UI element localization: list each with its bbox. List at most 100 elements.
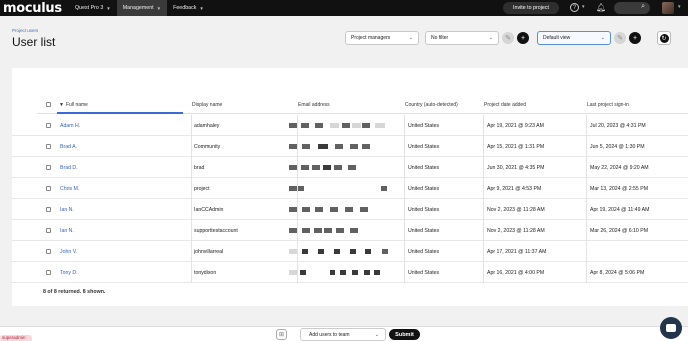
col-header-date-added[interactable]: Project date added — [484, 102, 526, 108]
edit-filter-button[interactable]: ✎ — [502, 32, 514, 44]
col-header-last-sign-in[interactable]: Last project sign-in — [587, 102, 629, 108]
filter-value: No filter — [431, 35, 449, 41]
col-header-email[interactable]: Email address — [298, 102, 330, 108]
table-row[interactable]: Tony D. tonydixon United States Apr 16, 202… — [12, 262, 688, 283]
country: United States — [408, 165, 440, 171]
user-name-link[interactable]: Tony D. — [60, 270, 78, 276]
row-checkbox[interactable] — [46, 186, 51, 191]
search-icon: ⌕ — [641, 3, 645, 10]
chat-launcher-button[interactable] — [660, 317, 682, 339]
add-view-button[interactable]: + — [629, 32, 641, 44]
redacted-email-block — [330, 123, 339, 128]
user-name-link[interactable]: Ian N. — [60, 228, 74, 234]
row-checkbox[interactable] — [46, 144, 51, 149]
chevron-down-icon[interactable]: ▼ — [581, 4, 585, 9]
bell-icon[interactable]: 🔔︎ — [596, 3, 606, 12]
select-all-checkbox[interactable] — [46, 102, 51, 107]
redacted-email-block — [336, 228, 344, 233]
refresh-button[interactable]: ↻ — [657, 31, 671, 45]
last-sign-in: Mar 26, 2024 @ 6:10 PM — [590, 228, 649, 234]
redacted-email-block — [334, 165, 342, 170]
invite-to-project-button[interactable]: Invite to project — [503, 2, 559, 14]
add-filter-button[interactable]: + — [517, 32, 529, 44]
col-header-display-name[interactable]: Display name — [192, 102, 222, 108]
user-name-link[interactable]: Brad A. — [60, 144, 77, 150]
display-name: adamhaley — [194, 123, 220, 129]
user-name-link[interactable]: John V. — [60, 249, 77, 255]
row-checkbox[interactable] — [46, 165, 51, 170]
redacted-email-block — [298, 186, 304, 191]
nav-item-label: Quest Pro 3 — [75, 5, 104, 11]
edit-view-button[interactable]: ✎ — [614, 32, 626, 44]
last-sign-in: Mar 13, 2024 @ 2:55 PM — [590, 186, 649, 192]
chevron-down-icon[interactable]: ▼ — [677, 4, 681, 9]
table-row[interactable]: Ian N. IanCCAdmin United States Nov 2, 2023… — [12, 199, 688, 220]
user-name-link[interactable]: Adam H. — [60, 123, 80, 129]
add-users-to-team-select[interactable]: Add users to team ⌄ — [300, 328, 386, 341]
search-box[interactable]: ⌕ — [614, 2, 650, 14]
user-name-link[interactable]: Brad D. — [60, 165, 78, 171]
redacted-email-block — [301, 123, 309, 128]
column-divider — [586, 262, 587, 283]
nav-item-label: Management — [122, 5, 154, 11]
sort-desc-icon[interactable]: ▼ — [59, 102, 64, 108]
app-logo[interactable]: moculus — [3, 1, 69, 16]
date-added: Nov 2, 2023 @ 11:28 AM — [487, 228, 545, 234]
redacted-email-block — [352, 270, 358, 275]
refresh-icon: ↻ — [659, 33, 669, 43]
user-name-link[interactable]: Chris M. — [60, 186, 79, 192]
column-divider — [586, 157, 587, 178]
column-divider — [191, 136, 192, 157]
column-divider — [586, 115, 587, 136]
column-divider — [404, 115, 405, 136]
sort-indicator-bar — [57, 112, 183, 114]
table-row[interactable]: Adam H. adamhaley United States Apr 19, 202… — [12, 115, 688, 136]
redacted-email-block — [374, 270, 380, 275]
avatar[interactable] — [662, 2, 674, 14]
table-row[interactable]: Chris M. project United States Apr 9, 2021 … — [12, 178, 688, 199]
redacted-email-block — [314, 228, 322, 233]
display-name: johnvillarreal — [194, 249, 224, 255]
column-divider — [191, 262, 192, 283]
grid-icon[interactable]: ⊞ — [276, 329, 287, 340]
redacted-email-block — [340, 270, 346, 275]
col-header-country[interactable]: Country (auto-detected) — [405, 102, 458, 108]
view-select[interactable]: Default view ⌄ — [537, 31, 611, 45]
row-checkbox[interactable] — [46, 207, 51, 212]
submit-button[interactable]: Submit — [389, 329, 420, 340]
breadcrumb[interactable]: Project users — [12, 28, 38, 33]
redacted-email-block — [312, 165, 320, 170]
question-circle-icon[interactable]: ? — [570, 3, 579, 12]
redacted-email-block — [330, 270, 335, 275]
user-table-panel: ▼ Full name Display name Email address C… — [12, 68, 688, 306]
nav-item-label: Feedback — [173, 5, 197, 11]
table-row[interactable]: Ian N. supporttestaccount United States Nov… — [12, 220, 688, 241]
column-divider — [297, 220, 298, 241]
chevron-down-icon: ⌄ — [600, 35, 605, 41]
row-checkbox[interactable] — [46, 228, 51, 233]
display-name: Community — [194, 144, 221, 150]
column-divider — [483, 241, 484, 262]
role-filter-value: Project managers — [351, 35, 391, 41]
nav-item-project[interactable]: Quest Pro 3 ▼ — [69, 0, 117, 16]
country: United States — [408, 270, 440, 276]
row-checkbox[interactable] — [46, 249, 51, 254]
redacted-email-block — [382, 249, 388, 254]
country: United States — [408, 144, 440, 150]
col-header-full-name[interactable]: Full name — [66, 102, 88, 108]
role-filter-select[interactable]: Project managers ⌄ — [345, 31, 419, 45]
table-row[interactable]: John V. johnvillarreal United States Apr 17… — [12, 241, 688, 262]
user-name-link[interactable]: Ian N. — [60, 207, 74, 213]
redacted-email-block — [375, 123, 385, 128]
filter-select[interactable]: No filter ⌄ — [425, 31, 499, 45]
date-added: Apr 17, 2021 @ 11:37 AM — [487, 249, 547, 255]
column-divider — [404, 157, 405, 178]
row-checkbox[interactable] — [46, 123, 51, 128]
table-row[interactable]: Brad A. Community United States Apr 15, 202… — [12, 136, 688, 157]
row-checkbox[interactable] — [46, 270, 51, 275]
nav-item-feedback[interactable]: Feedback ▼ — [167, 0, 210, 16]
table-row[interactable]: Brad D. brad United States Jun 30, 2021 @ 4… — [12, 157, 688, 178]
redacted-email-block — [362, 123, 370, 128]
nav-item-management[interactable]: Management ▼ — [116, 0, 168, 16]
page-title: User list — [12, 35, 56, 49]
